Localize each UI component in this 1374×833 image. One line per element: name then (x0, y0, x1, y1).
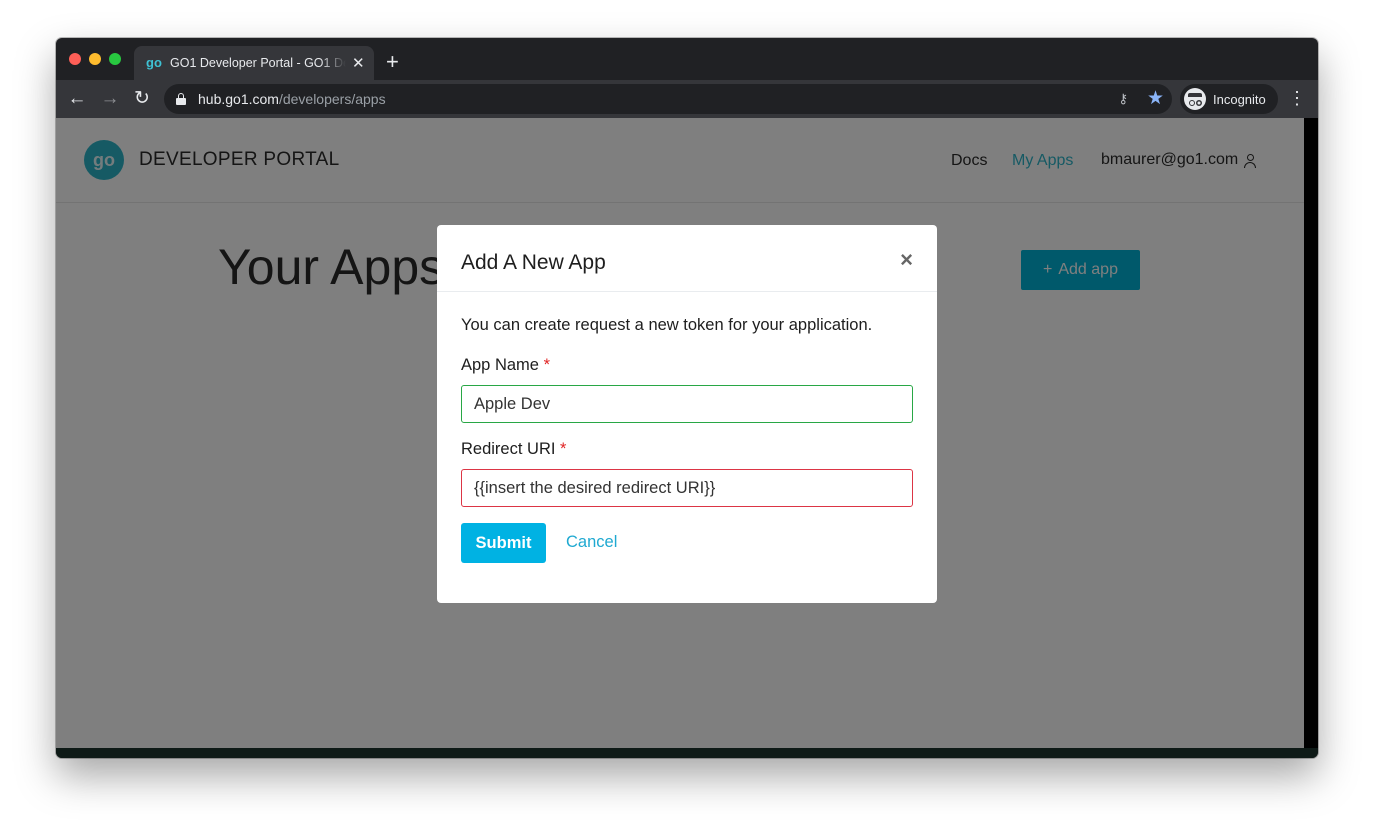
modal-title: Add A New App (461, 251, 606, 274)
modal-header: Add A New App × (437, 225, 937, 292)
incognito-profile-button[interactable]: Incognito (1180, 84, 1278, 114)
close-window-button[interactable] (69, 53, 81, 65)
go1-favicon-icon: go (146, 55, 162, 70)
zoom-window-button[interactable] (109, 53, 121, 65)
minimize-window-button[interactable] (89, 53, 101, 65)
forward-arrow-icon[interactable]: → (99, 88, 121, 110)
tab-title: GO1 Developer Portal - GO1 Developer Por… (170, 56, 346, 70)
required-mark: * (543, 356, 550, 374)
add-app-modal: Add A New App × You can create request a… (437, 225, 937, 603)
window-bottom-edge (56, 748, 1318, 758)
browser-toolbar: ← → ↻ hub.go1.com/developers/apps ⚷ ★ In… (56, 80, 1318, 118)
back-arrow-icon[interactable]: ← (66, 88, 88, 110)
app-name-label: App Name * (461, 356, 550, 374)
bookmark-star-icon[interactable]: ★ (1147, 87, 1164, 110)
lock-icon (176, 93, 186, 105)
url-text: hub.go1.com/developers/apps (198, 91, 386, 107)
submit-button[interactable]: Submit (461, 523, 546, 563)
app-name-input[interactable]: Apple Dev (461, 385, 913, 423)
address-bar[interactable]: hub.go1.com/developers/apps ⚷ ★ (164, 84, 1172, 114)
tab-close-icon[interactable]: ✕ (352, 54, 365, 72)
redirect-uri-input[interactable]: {{insert the desired redirect URI}} (461, 469, 913, 507)
incognito-label: Incognito (1213, 91, 1266, 107)
browser-window: go GO1 Developer Portal - GO1 Developer … (56, 38, 1318, 758)
modal-intro-text: You can create request a new token for y… (461, 316, 873, 334)
key-icon[interactable]: ⚷ (1118, 91, 1128, 107)
window-edge (1304, 118, 1318, 748)
window-controls (69, 53, 121, 65)
incognito-icon (1184, 88, 1206, 110)
browser-tab[interactable]: go GO1 Developer Portal - GO1 Developer … (134, 46, 374, 80)
reload-icon[interactable]: ↻ (131, 88, 153, 110)
required-mark: * (560, 440, 567, 458)
cancel-link[interactable]: Cancel (566, 533, 617, 552)
close-icon[interactable]: × (900, 249, 913, 271)
redirect-uri-label: Redirect URI * (461, 440, 567, 458)
browser-menu-icon[interactable]: ⋮ (1288, 87, 1306, 109)
new-tab-icon[interactable]: + (386, 51, 399, 73)
web-page: go DEVELOPER PORTAL Docs My Apps bmaurer… (56, 118, 1304, 748)
